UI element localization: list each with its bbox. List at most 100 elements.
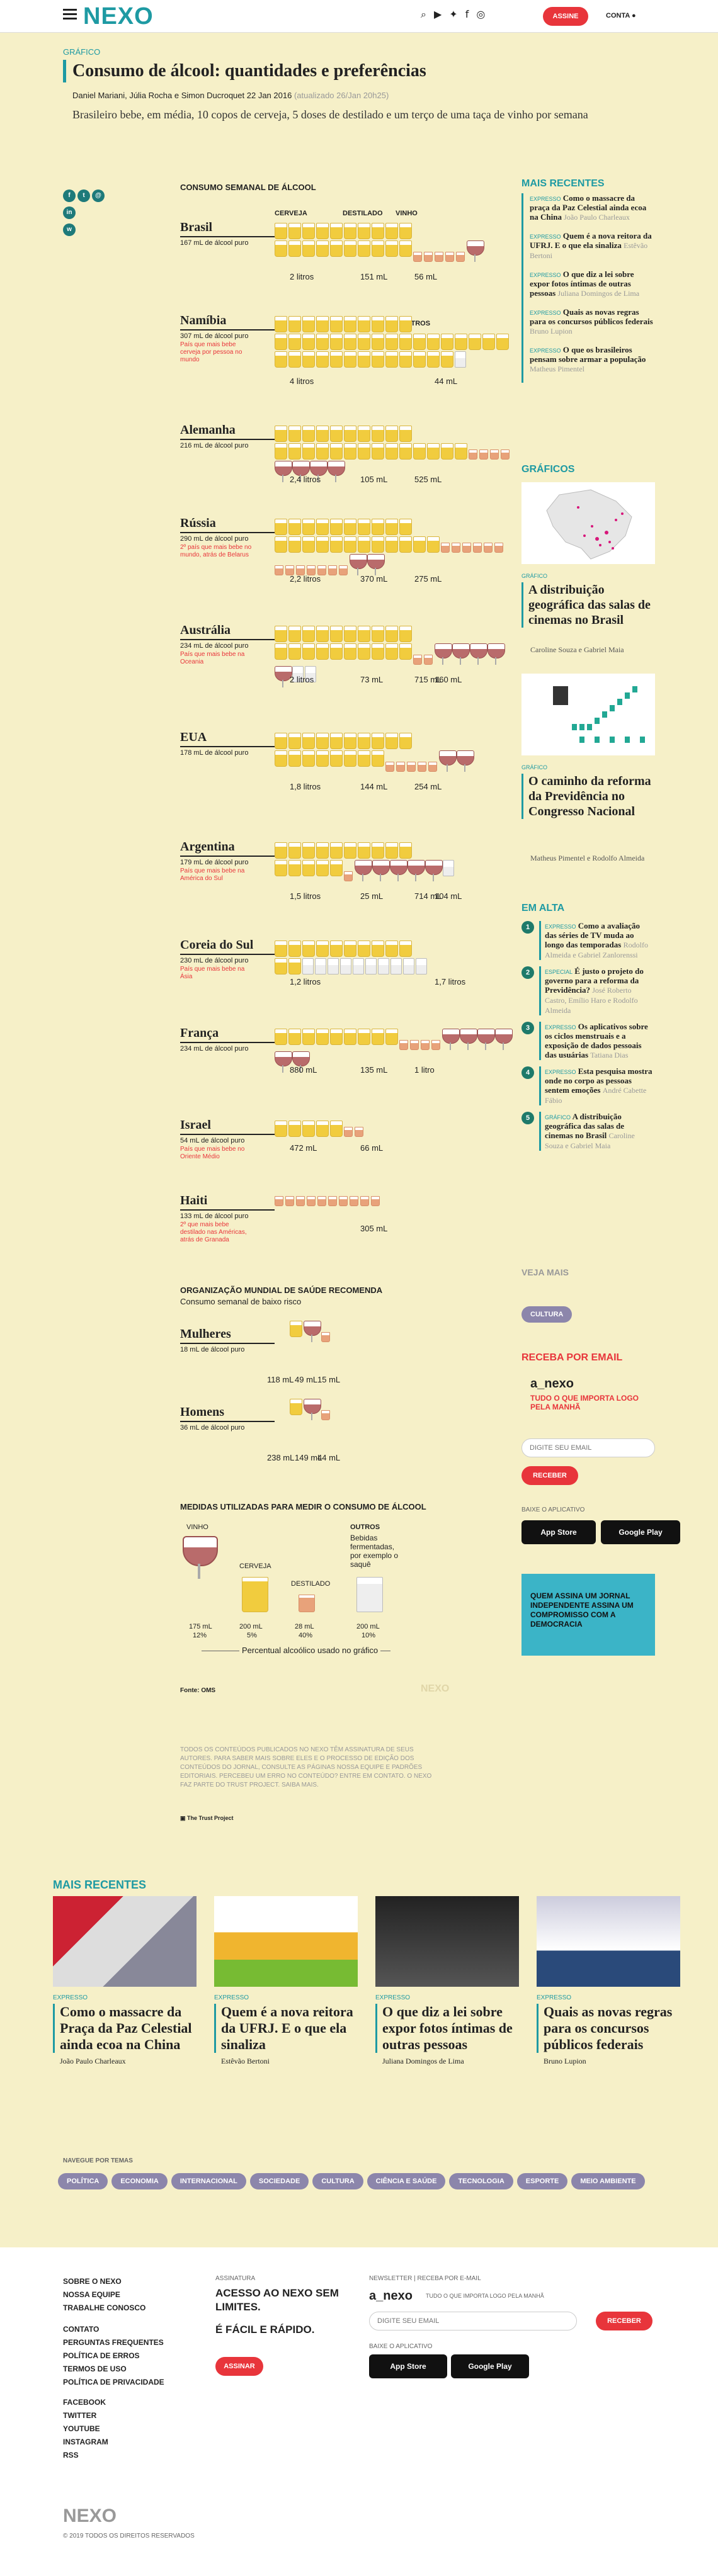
- footer-newsletter-button[interactable]: RECEBER: [596, 2312, 652, 2330]
- topic-tag[interactable]: INTERNACIONAL: [171, 2173, 246, 2189]
- qty-spirit: 73 mL: [360, 675, 384, 684]
- social-link[interactable]: FACEBOOK: [63, 2396, 108, 2409]
- twitter-share-icon[interactable]: t: [77, 189, 90, 202]
- trending-text: EXPRESSO Esta pesquisa mostra onde no co…: [539, 1066, 654, 1105]
- footer-link[interactable]: NOSSA EQUIPE: [63, 2288, 145, 2302]
- footer-google-play-button[interactable]: Google Play: [451, 2354, 529, 2378]
- glass-group: [275, 1196, 514, 1207]
- recent-card[interactable]: EXPRESSO Quais as novas regras para os co…: [537, 1896, 680, 2066]
- footer-link[interactable]: POLÍTICA DE ERROS: [63, 2349, 164, 2363]
- beer-glass-icon: [372, 223, 384, 239]
- source: Fonte: OMS: [180, 1687, 216, 1694]
- topic-tag[interactable]: SOCIEDADE: [249, 2173, 309, 2189]
- recent-item[interactable]: EXPRESSO O que diz a lei sobre expor fot…: [530, 269, 654, 298]
- linkedin-share-icon[interactable]: in: [63, 206, 76, 219]
- tag-cultura[interactable]: CULTURA: [521, 1306, 573, 1323]
- newsletter-email-input[interactable]: [521, 1438, 655, 1457]
- topic-tag[interactable]: ECONOMIA: [111, 2173, 168, 2189]
- recent-card-image[interactable]: [375, 1896, 519, 1987]
- trending-number: 2: [521, 966, 534, 979]
- topic-tag[interactable]: TECNOLOGIA: [449, 2173, 513, 2189]
- header-icons: ⌕ ▶ ✦ f ◎: [421, 8, 485, 21]
- recent-card-image[interactable]: [53, 1896, 197, 1987]
- menu-icon[interactable]: [63, 9, 77, 20]
- whatsapp-share-icon[interactable]: w: [63, 223, 76, 236]
- recent-card[interactable]: EXPRESSO Como o massacre da Praça da Paz …: [53, 1896, 197, 2066]
- footer-link[interactable]: TRABALHE CONOSCO: [63, 2302, 145, 2315]
- qty-spirit: 151 mL: [360, 272, 388, 281]
- footer-email-input[interactable]: [369, 2312, 577, 2330]
- who-qty-wine: 15 mL: [317, 1375, 341, 1384]
- shot-glass-icon: [350, 1196, 358, 1206]
- recent-item[interactable]: EXPRESSO Quem é a nova reitora da UFRJ. …: [530, 231, 654, 261]
- trending-item[interactable]: 4 EXPRESSO Esta pesquisa mostra onde no c…: [521, 1066, 654, 1105]
- social-link[interactable]: YOUTUBE: [63, 2422, 108, 2436]
- beer-glass-icon: [275, 536, 287, 553]
- social-link[interactable]: INSTAGRAM: [63, 2436, 108, 2449]
- footer-link[interactable]: TERMOS DE USO: [63, 2363, 164, 2376]
- social-link[interactable]: RSS: [63, 2449, 108, 2462]
- beer-glass-icon: [330, 1121, 343, 1137]
- topic-tag[interactable]: MEIO AMBIENTE: [571, 2173, 645, 2189]
- beer-glass-icon: [290, 1399, 302, 1415]
- wine-glass-icon: [442, 1029, 460, 1050]
- recent-item[interactable]: EXPRESSO Como o massacre da praça da Paz…: [530, 193, 654, 222]
- trending-item[interactable]: 1 EXPRESSO Como a avaliação das séries de…: [521, 921, 654, 960]
- social-link[interactable]: TWITTER: [63, 2409, 108, 2422]
- footer-link[interactable]: POLÍTICA DE PRIVACIDADE: [63, 2376, 164, 2389]
- pension-graphic-thumbnail[interactable]: [521, 674, 655, 755]
- footer-link[interactable]: CONTATO: [63, 2323, 164, 2336]
- footer-app-store-button[interactable]: App Store: [369, 2354, 447, 2378]
- graphic-card-title[interactable]: O caminho da reforma da Previdência no C…: [521, 774, 654, 819]
- account-link[interactable]: CONTA ●: [606, 12, 636, 20]
- facebook-share-icon[interactable]: f: [63, 189, 76, 202]
- section-label[interactable]: GRÁFICO: [63, 47, 100, 57]
- trending-item[interactable]: 2 ESPECIAL É justo o projeto do governo p…: [521, 966, 654, 1015]
- shot-glass-icon: [473, 543, 482, 553]
- recent-card-title[interactable]: Como o massacre da Praça da Paz Celestia…: [53, 2004, 197, 2053]
- beer-glass-icon: [288, 1121, 301, 1137]
- twitter-icon[interactable]: ✦: [449, 8, 457, 21]
- instagram-icon[interactable]: ◎: [476, 8, 485, 21]
- trust-project-logo[interactable]: ▣ The Trust Project: [180, 1815, 234, 1822]
- beer-glass-icon: [372, 334, 384, 350]
- graphic-card-title[interactable]: A distribuição geográfica das salas de c…: [521, 582, 654, 628]
- beer-glass-icon: [302, 334, 315, 350]
- facebook-icon[interactable]: f: [465, 8, 469, 21]
- footer-subscribe-button[interactable]: ASSINAR: [215, 2357, 263, 2376]
- recent-item[interactable]: EXPRESSO O que os brasileiros pensam sob…: [530, 345, 654, 374]
- beer-glass-icon: [288, 351, 301, 368]
- site-logo[interactable]: NEXO: [83, 4, 154, 28]
- footer-link[interactable]: PERGUNTAS FREQUENTES: [63, 2336, 164, 2349]
- who-name: Homens: [180, 1405, 275, 1422]
- recent-card-image[interactable]: [537, 1896, 680, 1987]
- newsletter-submit-button[interactable]: RECEBER: [521, 1466, 578, 1485]
- recent-card[interactable]: EXPRESSO Quem é a nova reitora da UFRJ. E…: [214, 1896, 358, 2066]
- shot-glass-icon: [441, 543, 450, 553]
- beer-glass-icon: [482, 334, 495, 350]
- topic-tag[interactable]: ESPORTE: [516, 2173, 568, 2189]
- search-icon[interactable]: ⌕: [421, 8, 426, 21]
- topic-tag[interactable]: POLÍTICA: [58, 2173, 108, 2189]
- recent-item[interactable]: EXPRESSO Quais as novas regras para os c…: [530, 307, 654, 336]
- trending-item[interactable]: 5 GRÁFICO A distribuição geográfica das s…: [521, 1112, 654, 1151]
- subscribe-button[interactable]: ASSINE: [543, 7, 588, 26]
- app-store-button[interactable]: App Store: [521, 1520, 596, 1544]
- trending-item[interactable]: 3 EXPRESSO Os aplicativos sobre os ciclos…: [521, 1022, 654, 1060]
- recent-card-title[interactable]: O que diz a lei sobre expor fotos íntima…: [375, 2004, 519, 2053]
- subscription-promo-banner[interactable]: QUEM ASSINA UM JORNAL INDEPENDENTE ASSIN…: [521, 1574, 655, 1656]
- newsletter-brand: a_nexo: [530, 1377, 574, 1391]
- topic-tag[interactable]: CIÊNCIA E SAÚDE: [367, 2173, 446, 2189]
- footer-link[interactable]: SOBRE O NEXO: [63, 2275, 145, 2288]
- recent-card-image[interactable]: [214, 1896, 358, 1987]
- footer-logo[interactable]: NEXO: [63, 2505, 117, 2527]
- youtube-icon[interactable]: ▶: [434, 8, 442, 21]
- topic-tag[interactable]: CULTURA: [312, 2173, 363, 2189]
- cinema-map-thumbnail[interactable]: [521, 482, 655, 564]
- recent-card[interactable]: EXPRESSO O que diz a lei sobre expor foto…: [375, 1896, 519, 2066]
- google-play-button[interactable]: Google Play: [601, 1520, 680, 1544]
- see-more-title: VEJA MAIS: [521, 1267, 569, 1277]
- recent-card-title[interactable]: Quais as novas regras para os concursos …: [537, 2004, 680, 2053]
- recent-card-title[interactable]: Quem é a nova reitora da UFRJ. E o que e…: [214, 2004, 358, 2053]
- email-share-icon[interactable]: @: [92, 189, 105, 202]
